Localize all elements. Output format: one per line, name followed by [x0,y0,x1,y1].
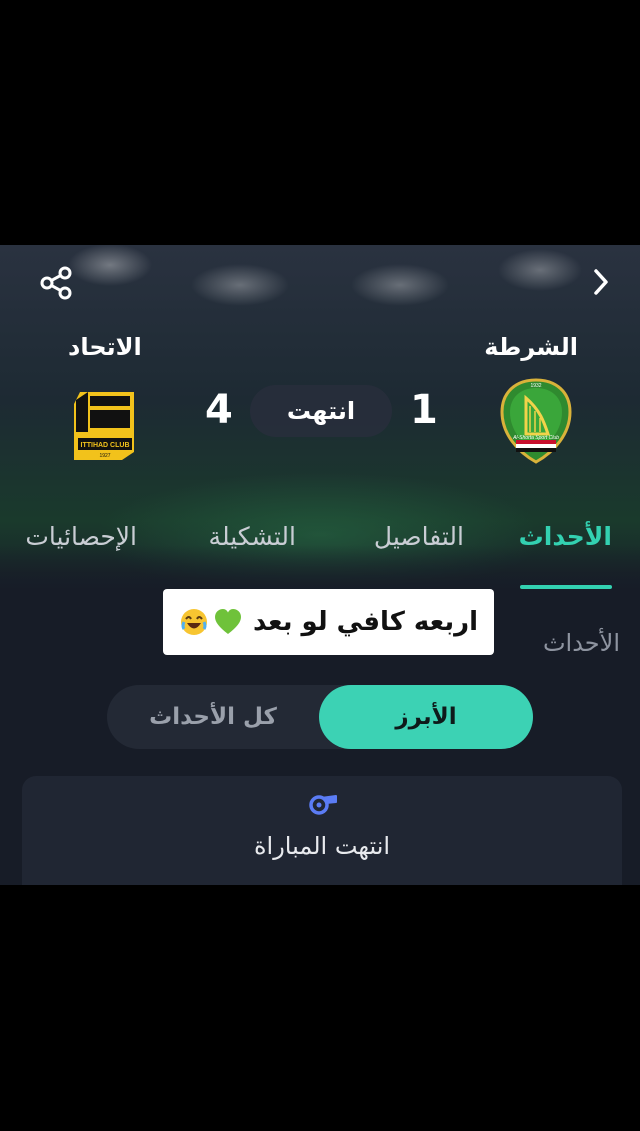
match-screen: الشرطة الاتحاد 1932 Al-Shorta Sport Club… [0,245,640,885]
active-tab-indicator [520,585,612,589]
home-logo-year: 1932 [530,383,541,389]
away-team-logo[interactable]: ITTIHAD CLUB 1927 [66,388,142,464]
home-logo-text: Al-Shorta Sport Club [512,435,559,441]
whistle-icon [309,795,337,815]
filter-highlights[interactable]: الأبرز [319,685,533,749]
video-caption-overlay: اربعه كافي لو بعد [163,589,494,655]
away-team-name[interactable]: الاتحاد [68,333,142,361]
green-heart-icon [215,609,242,634]
away-logo-year: 1927 [99,453,110,459]
caption-text: اربعه كافي لو بعد [253,607,478,637]
event-text: انتهت المباراة [253,832,391,860]
back-button[interactable] [584,265,618,299]
share-icon [40,266,72,300]
filter-all-events[interactable]: كل الأحداث [107,685,319,749]
laughing-face-icon [181,609,208,635]
away-logo-text: ITTIHAD CLUB [81,442,130,449]
match-status-pill: انتهت [250,385,392,437]
home-score: 1 [410,387,438,433]
chevron-right-icon [594,269,608,295]
event-card: انتهت المباراة [22,776,622,885]
share-button[interactable] [36,263,76,303]
events-filter-toggle[interactable]: كل الأحداث الأبرز [107,685,533,749]
home-team-logo[interactable]: 1932 Al-Shorta Sport Club [498,378,574,464]
section-title: الأحداث [542,629,620,657]
tab-events[interactable]: الأحداث [519,522,612,551]
home-team-name[interactable]: الشرطة [484,333,578,361]
tab-stats[interactable]: الإحصائيات [25,522,137,551]
away-score: 4 [205,387,233,433]
caption-emojis [179,607,243,637]
tab-details[interactable]: التفاصيل [374,522,464,551]
tab-lineup[interactable]: التشكيلة [209,522,296,551]
